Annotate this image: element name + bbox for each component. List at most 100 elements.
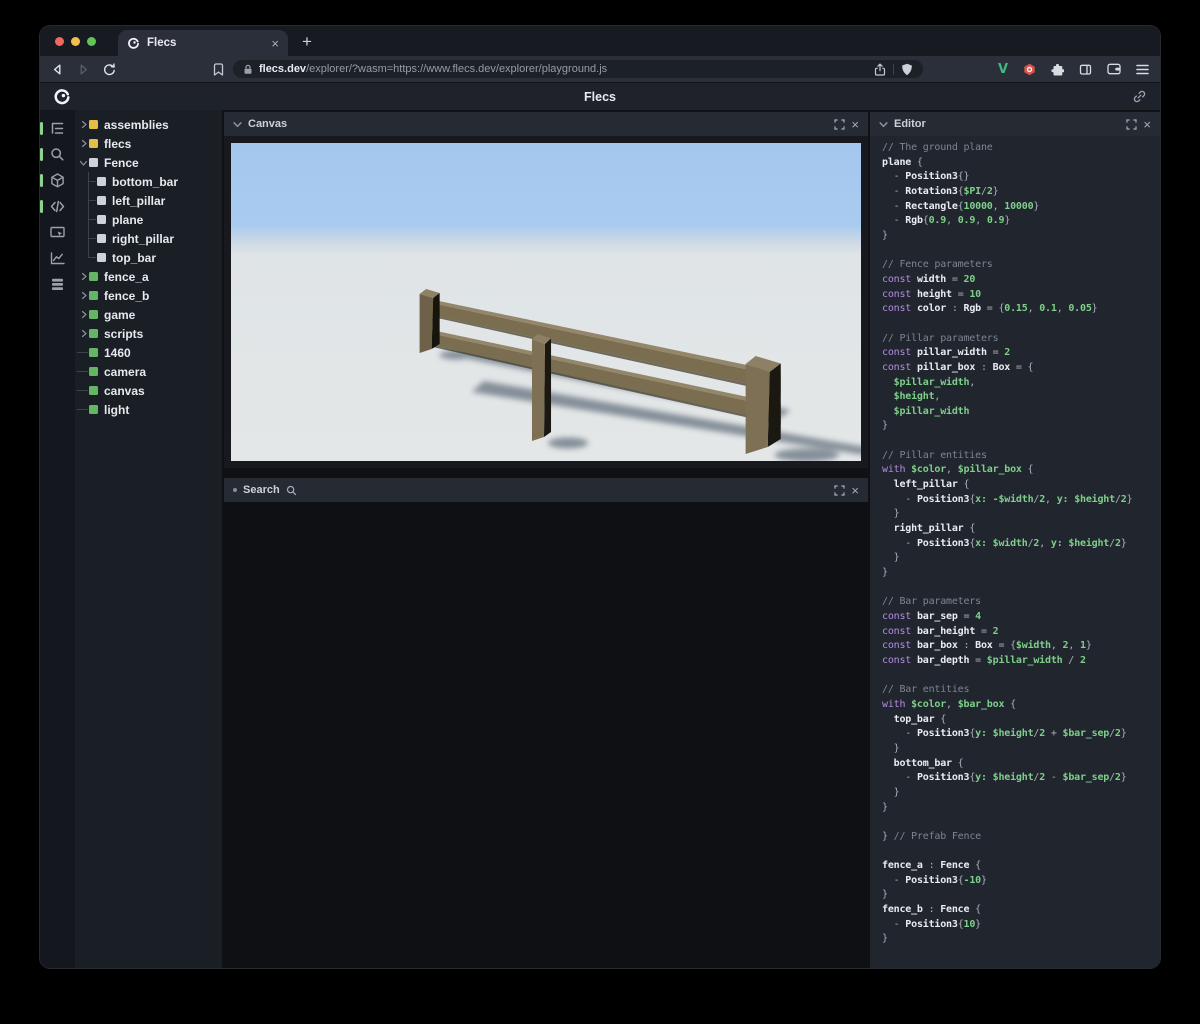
tree-item-canvas[interactable]: canvas <box>75 381 222 400</box>
tree-item-camera[interactable]: camera <box>75 362 222 381</box>
adblock-hexagon-icon[interactable] <box>1023 63 1036 76</box>
vue-devtools-icon[interactable]: V <box>998 62 1008 77</box>
zoom-window-button[interactable] <box>87 37 96 46</box>
fence-right-pillar <box>745 356 781 454</box>
tree-item-bottom_bar[interactable]: bottom_bar <box>75 172 222 191</box>
tree-item-assemblies[interactable]: assemblies <box>75 115 222 134</box>
close-window-button[interactable] <box>55 37 64 46</box>
flecs-logo-icon[interactable] <box>53 88 71 106</box>
chevron-right-icon[interactable] <box>79 120 88 129</box>
close-panel-icon[interactable]: × <box>1143 118 1151 131</box>
code-line: } <box>882 567 888 579</box>
minimize-window-button[interactable] <box>71 37 80 46</box>
tree-item-game[interactable]: game <box>75 305 222 324</box>
share-icon[interactable] <box>874 63 886 76</box>
brave-shield-icon[interactable] <box>901 63 913 76</box>
tree-item-scripts[interactable]: scripts <box>75 324 222 343</box>
sidebar-toggle-icon[interactable] <box>1079 63 1092 76</box>
query-search-icon[interactable] <box>40 146 68 163</box>
entity-kind-square <box>89 367 98 376</box>
search-panel-header[interactable]: Search × <box>224 478 868 502</box>
entity-tree: assemblies flecs Fence bottom_bar left_pilla… <box>75 110 222 968</box>
collapsed-dot-icon[interactable] <box>233 488 237 492</box>
code-line: $pillar_width <box>882 405 970 417</box>
tree-item-label: plane <box>112 212 144 227</box>
tree-item-left_pillar[interactable]: left_pillar <box>75 191 222 210</box>
editor-panel-header[interactable]: Editor × <box>870 112 1160 136</box>
code-line: - Position3{x: $width/2, y: $height/2} <box>882 537 1127 549</box>
fullscreen-icon[interactable] <box>834 118 846 130</box>
wallet-icon[interactable] <box>1107 63 1121 75</box>
inspector-cube-icon[interactable] <box>40 172 68 189</box>
browser-tab-flecs[interactable]: Flecs × <box>118 30 288 56</box>
tree-leaf-dash <box>77 409 88 410</box>
chevron-right-icon[interactable] <box>79 310 88 319</box>
statistics-chart-icon[interactable] <box>48 250 68 267</box>
tree-item-label: Fence <box>104 155 139 170</box>
chevron-right-icon[interactable] <box>79 272 88 281</box>
url-bar[interactable]: flecs.dev/explorer/?wasm=https://www.fle… <box>232 60 923 78</box>
code-line: - Position3{} <box>882 171 970 183</box>
close-panel-icon[interactable]: × <box>851 118 859 131</box>
tree-item-1460[interactable]: 1460 <box>75 343 222 362</box>
tree-connector-line <box>79 210 97 229</box>
fence-left-pillar <box>419 289 440 353</box>
chevron-down-icon[interactable] <box>233 120 242 129</box>
fullscreen-icon[interactable] <box>1126 118 1138 130</box>
tree-item-light[interactable]: light <box>75 400 222 419</box>
chevron-right-icon[interactable] <box>79 329 88 338</box>
traffic-lights <box>40 37 108 56</box>
tree-item-fence_b[interactable]: fence_b <box>75 286 222 305</box>
code-line: const bar_box : Box = {$width, 2, 1} <box>882 640 1092 652</box>
code-line: // Pillar entities <box>882 449 987 461</box>
share-link-icon[interactable] <box>1132 89 1147 104</box>
chevron-right-icon[interactable] <box>79 139 88 148</box>
data-tables-icon[interactable] <box>48 276 68 293</box>
canvas-3d-view[interactable] <box>224 136 868 468</box>
back-icon[interactable] <box>51 63 64 76</box>
chevron-down-icon[interactable] <box>79 158 88 167</box>
reload-icon[interactable] <box>103 62 116 76</box>
code-line: const color : Rgb = {0.15, 0.1, 0.05} <box>882 303 1098 315</box>
entity-kind-square <box>89 348 98 357</box>
forward-icon[interactable] <box>77 63 90 76</box>
code-editor-content[interactable]: // The ground plane plane { - Position3{}… <box>870 136 1160 968</box>
fullscreen-icon[interactable] <box>834 484 846 496</box>
search-panel: Search × <box>224 478 868 968</box>
canvas-panel: Canvas × <box>224 112 868 468</box>
url-path: /explorer/?wasm=https://www.flecs.dev/ex… <box>306 63 608 75</box>
entity-tree-icon[interactable] <box>40 120 68 137</box>
close-tab-icon[interactable]: × <box>271 37 279 50</box>
script-editor-icon[interactable] <box>40 198 68 215</box>
code-line: fence_a : Fence { <box>882 860 981 872</box>
entity-kind-square <box>97 234 106 243</box>
entity-kind-square <box>89 158 98 167</box>
extensions-puzzle-icon[interactable] <box>1051 63 1064 76</box>
canvas-panel-header[interactable]: Canvas × <box>224 112 868 136</box>
tree-item-label: game <box>104 307 136 322</box>
chevron-right-icon[interactable] <box>79 291 88 300</box>
search-results-area[interactable] <box>224 502 868 968</box>
bookmark-icon[interactable] <box>213 62 224 76</box>
tree-item-fence_a[interactable]: fence_a <box>75 267 222 286</box>
tree-item-label: fence_a <box>104 269 149 284</box>
editor-panel-title: Editor <box>894 118 926 130</box>
tree-item-flecs[interactable]: flecs <box>75 134 222 153</box>
canvas-panel-title: Canvas <box>248 118 288 130</box>
menu-icon[interactable] <box>1136 64 1149 75</box>
tree-item-top_bar[interactable]: top_bar <box>75 248 222 267</box>
lock-icon <box>243 64 253 75</box>
code-line: } <box>882 801 888 813</box>
entity-kind-square <box>97 196 106 205</box>
tree-item-right_pillar[interactable]: right_pillar <box>75 229 222 248</box>
tree-item-Fence[interactable]: Fence <box>75 153 222 172</box>
chevron-down-icon[interactable] <box>879 120 888 129</box>
new-tab-button[interactable]: + <box>288 33 312 56</box>
tree-item-plane[interactable]: plane <box>75 210 222 229</box>
entity-kind-square <box>97 253 106 262</box>
canvas-screen-icon[interactable] <box>48 224 68 241</box>
tab-title: Flecs <box>147 37 177 49</box>
close-panel-icon[interactable]: × <box>851 484 859 497</box>
